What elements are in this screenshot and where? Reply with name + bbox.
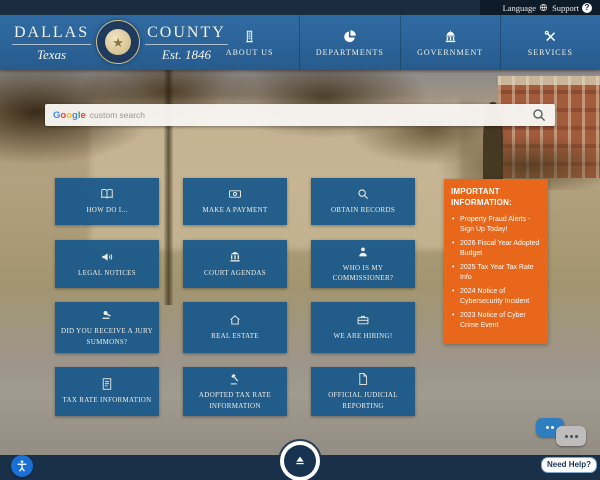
search-icon [531,107,547,123]
courthouse-icon [228,250,242,264]
tile-label: COURT AGENDAS [201,268,269,279]
tile-court-agendas[interactable]: COURT AGENDAS [183,240,287,288]
scroll-down-badge[interactable] [284,445,316,477]
info-link-adopted-budget[interactable]: 2026 Fiscal Year Adopted Budget [451,239,541,260]
gavel-icon [228,372,242,386]
tile-real-estate[interactable]: REAL ESTATE [183,302,287,353]
important-information-title: IMPORTANT INFORMATION: [451,187,541,209]
capitol-icon [443,29,458,44]
chat-bubble-icon [556,426,586,446]
language-button[interactable]: Language [503,3,549,13]
seal-star: ★ [112,36,124,49]
logo-name-left: DALLAS [12,21,91,45]
document-icon [100,377,114,391]
need-help-button[interactable]: Need Help? [541,457,597,473]
county-seal-icon: ★ [96,20,140,64]
tile-label: TAX RATE INFORMATION [59,395,154,406]
site-header: DALLAS Texas ★ COUNTY Est. 1846 ABOUT US [0,15,600,70]
tile-label: OBTAIN RECORDS [328,205,398,216]
nav-about-us[interactable]: ABOUT US [200,15,299,70]
briefcase-icon [356,313,370,327]
tile-adopted-tax-rate[interactable]: ADOPTED TAX RATE INFORMATION [183,367,287,416]
important-information-panel: IMPORTANT INFORMATION: Property Fraud Al… [444,179,548,344]
language-label: Language [503,3,537,13]
tile-make-a-payment[interactable]: MAKE A PAYMENT [183,178,287,225]
pie-chart-icon [342,29,357,44]
nav-label: DEPARTMENTS [316,48,384,57]
support-label: Support [552,3,579,13]
tile-official-judicial-reporting[interactable]: OFFICIAL JUDICIAL REPORTING [311,367,415,416]
tile-tax-rate-information[interactable]: TAX RATE INFORMATION [55,367,159,416]
nav-services[interactable]: SERVICES [500,15,600,70]
tile-we-are-hiring[interactable]: WE ARE HIRING! [311,302,415,353]
tile-label: WHO IS MY COMMISSIONER? [311,263,415,284]
tile-obtain-records[interactable]: OBTAIN RECORDS [311,178,415,225]
report-page-icon [356,372,370,386]
county-logo[interactable]: DALLAS Texas ★ COUNTY Est. 1846 [12,20,228,64]
search-submit-button[interactable] [531,107,547,123]
search-input[interactable]: Google custom search [45,104,555,126]
info-link-property-fraud[interactable]: Property Fraud Alerts - Sign Up Today! [451,215,541,236]
info-link-cyber-crime[interactable]: 2023 Notice of Cyber Crime Event [451,311,541,332]
tile-legal-notices[interactable]: LEGAL NOTICES [55,240,159,288]
nav-label: GOVERNMENT [417,48,483,57]
accessibility-button[interactable] [11,455,33,477]
chat-widget-button[interactable] [534,416,592,454]
info-link-tax-rate[interactable]: 2025 Tax Year Tax Rate Info [451,263,541,284]
tile-label: ADOPTED TAX RATE INFORMATION [183,390,287,411]
accessibility-icon [15,459,29,473]
gavel-stamp-icon [100,308,114,322]
search-placeholder: custom search [90,110,145,120]
nav-label: SERVICES [528,48,573,57]
tools-icon [543,29,558,44]
logo-tagline-left: Texas [37,47,66,63]
help-icon: ? [582,3,592,13]
person-icon [356,245,370,259]
nav-departments[interactable]: DEPARTMENTS [299,15,399,70]
open-book-icon [100,187,114,201]
courthouse-dome-icon [292,453,308,469]
tile-label: OFFICIAL JUDICIAL REPORTING [311,390,415,411]
house-icon [228,313,242,327]
tile-how-do-i[interactable]: HOW DO I... [55,178,159,225]
support-button[interactable]: Support ? [552,3,592,13]
magnifier-icon [356,187,370,201]
megaphone-icon [100,250,114,264]
tile-label: DID YOU RECEIVE A JURY SUMMONS? [55,326,159,347]
main-nav: ABOUT US DEPARTMENTS GOVERNMENT [200,15,600,70]
info-link-cybersecurity[interactable]: 2024 Notice of Cybersecurity Incident [451,287,541,308]
top-utility-bar: Language Support ? [0,0,600,15]
building-icon [242,29,257,44]
tile-jury-summons[interactable]: DID YOU RECEIVE A JURY SUMMONS? [55,302,159,353]
tree-foliage [0,70,600,190]
important-information-list: Property Fraud Alerts - Sign Up Today! 2… [451,215,541,332]
banknote-icon [228,187,242,201]
dallas-county-homepage: Language Support ? DALLAS Texas ★ COUNTY [0,0,600,480]
utility-links: Language Support ? [480,0,600,15]
nav-label: ABOUT US [226,48,274,57]
globe-icon [539,3,548,12]
nav-government[interactable]: GOVERNMENT [400,15,500,70]
tile-who-is-my-commissioner[interactable]: WHO IS MY COMMISSIONER? [311,240,415,288]
tile-label: MAKE A PAYMENT [199,205,270,216]
tile-label: REAL ESTATE [208,331,262,342]
tile-label: HOW DO I... [83,205,130,216]
tile-label: WE ARE HIRING! [330,331,395,342]
tile-label: LEGAL NOTICES [75,268,139,279]
